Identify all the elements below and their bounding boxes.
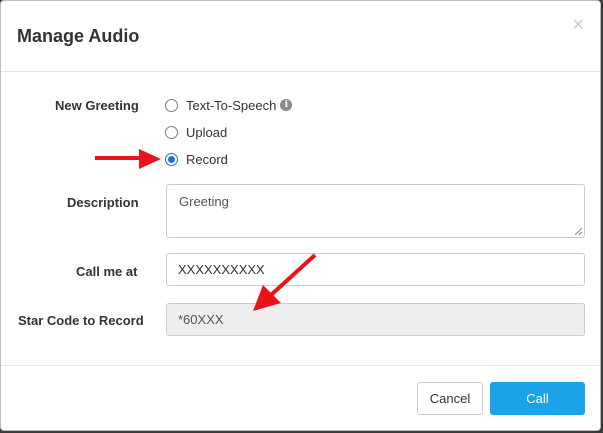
radio-option-record[interactable]: Record bbox=[165, 150, 228, 168]
description-textarea[interactable]: Greeting bbox=[166, 184, 585, 238]
text-to-speech-radio[interactable] bbox=[165, 98, 178, 112]
text-to-speech-label: Text-To-Speech bbox=[186, 97, 277, 113]
star-code-label: Star Code to Record bbox=[18, 313, 144, 328]
radio-option-upload[interactable]: Upload bbox=[165, 123, 227, 141]
annotation-arrow-icon bbox=[95, 149, 161, 169]
call-button[interactable]: Call bbox=[490, 382, 585, 415]
description-label: Description bbox=[67, 195, 139, 210]
dialog-title: Manage Audio bbox=[17, 26, 140, 46]
dialog-header: Manage Audio × bbox=[1, 1, 600, 72]
star-code-input: *60XXX bbox=[166, 303, 585, 336]
upload-label: Upload bbox=[186, 124, 228, 140]
radio-option-text-to-speech[interactable]: Text-To-Speech i bbox=[165, 96, 293, 114]
cancel-button[interactable]: Cancel bbox=[417, 382, 483, 415]
info-icon[interactable]: i bbox=[280, 99, 293, 111]
resize-grip-icon[interactable] bbox=[574, 227, 582, 235]
call-me-label: Call me at bbox=[76, 264, 138, 279]
call-me-input[interactable]: XXXXXXXXXX bbox=[166, 253, 585, 286]
new-greeting-label: New Greeting bbox=[55, 98, 139, 113]
record-label: Record bbox=[186, 151, 228, 167]
description-value: Greeting bbox=[179, 194, 229, 209]
manage-audio-dialog: Manage Audio × New Greeting Text-To-Spee… bbox=[0, 0, 601, 431]
close-icon[interactable]: × bbox=[572, 15, 584, 35]
upload-radio[interactable] bbox=[165, 125, 178, 139]
record-radio[interactable] bbox=[165, 152, 178, 166]
